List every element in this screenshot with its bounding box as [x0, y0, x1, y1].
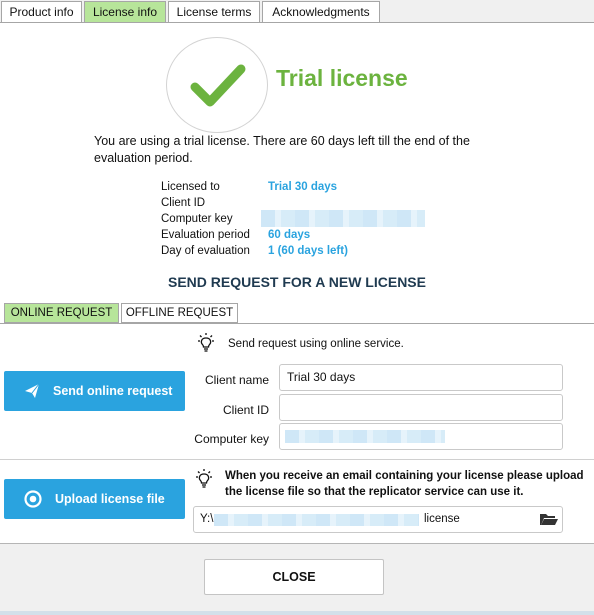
online-request-hint: Send request using online service.	[228, 338, 404, 350]
tab-product-info[interactable]: Product info	[1, 1, 82, 23]
upload-license-file-label: Upload license file	[55, 492, 165, 506]
send-online-request-button[interactable]: Send online request	[4, 371, 185, 411]
client-id-label: Client ID	[161, 197, 206, 209]
send-online-request-label: Send online request	[53, 384, 173, 398]
paper-plane-icon	[24, 383, 40, 399]
folder-open-icon[interactable]	[539, 510, 559, 538]
computer-key-redacted	[285, 430, 445, 443]
license-info-panel: Trial license You are using a trial lice…	[0, 22, 594, 544]
client-name-field[interactable]: Trial 30 days	[279, 364, 563, 391]
section-divider	[0, 459, 594, 460]
tab-offline-request[interactable]: OFFLINE REQUEST	[121, 303, 238, 323]
evaluation-period-value: 60 days	[268, 229, 311, 241]
license-path-redacted	[214, 514, 419, 526]
subtab-divider	[0, 323, 594, 324]
lightbulb-icon	[193, 468, 215, 493]
computer-key-label: Computer key	[161, 213, 233, 225]
license-path-suffix: license	[424, 513, 460, 525]
upload-license-file-button[interactable]: Upload license file	[4, 479, 185, 519]
tab-license-terms[interactable]: License terms	[168, 1, 260, 23]
client-id-field-label: Client ID	[222, 403, 269, 417]
upload-hint-line-1: When you receive an email containing you…	[225, 470, 584, 482]
tab-online-request[interactable]: ONLINE REQUEST	[4, 303, 119, 323]
lightbulb-icon	[195, 332, 217, 357]
client-name-label: Client name	[204, 373, 269, 387]
day-of-evaluation-value: 1 (60 days left)	[268, 245, 348, 257]
upload-hint-line-2: the license file so that the replicator …	[225, 486, 524, 498]
day-of-evaluation-label: Day of evaluation	[161, 245, 250, 257]
target-icon	[24, 490, 42, 508]
client-id-field[interactable]	[279, 394, 563, 421]
checkmark-icon	[166, 37, 268, 133]
tab-acknowledgments[interactable]: Acknowledgments	[262, 1, 380, 23]
close-button[interactable]: CLOSE	[204, 559, 384, 595]
send-request-heading: SEND REQUEST FOR A NEW LICENSE	[168, 274, 426, 290]
license-path-prefix: Y:\	[200, 513, 214, 525]
tab-license-info[interactable]: License info	[84, 1, 166, 23]
computer-key-field-label: Computer key	[194, 432, 269, 446]
evaluation-period-label: Evaluation period	[161, 229, 250, 241]
license-message: You are using a trial license. There are…	[94, 134, 470, 165]
computer-key-field[interactable]	[279, 423, 563, 450]
license-status-title: Trial license	[276, 65, 408, 91]
licensed-to-label: Licensed to	[161, 181, 220, 193]
license-file-path-field[interactable]: Y:\ license	[193, 506, 563, 533]
computer-key-value-redacted	[261, 210, 425, 227]
licensed-to-value: Trial 30 days	[268, 181, 338, 193]
window-bottom-edge	[0, 611, 594, 615]
